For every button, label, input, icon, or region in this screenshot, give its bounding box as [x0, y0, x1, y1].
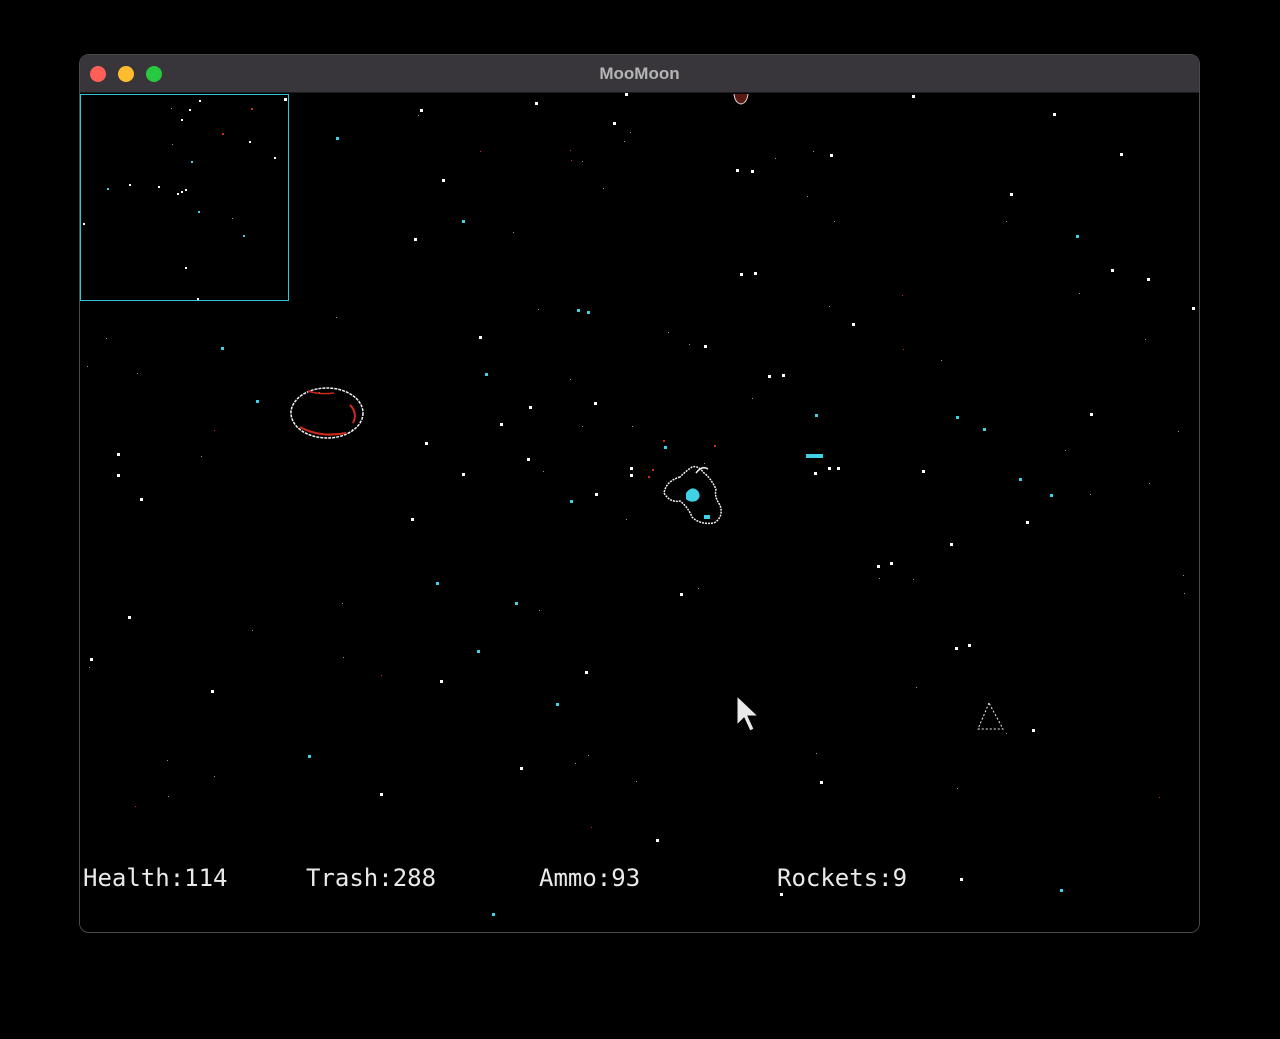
titlebar: MooMoon [80, 55, 1199, 93]
health-label: Health: [83, 864, 185, 892]
game-canvas[interactable]: Health:114 Trash:288 Ammo:93 Rockets:9 [80, 93, 1199, 932]
asteroid-icon [290, 387, 364, 439]
cow-ship-icon [663, 465, 722, 525]
health-value: 114 [184, 864, 228, 892]
trash-label: Trash: [306, 864, 393, 892]
health-readout: Health:114 [83, 864, 228, 892]
arrow-cursor-icon [736, 694, 760, 732]
window-title: MooMoon [599, 64, 680, 83]
ammo-label: Ammo: [539, 864, 612, 892]
laser-shot [806, 454, 823, 458]
rockets-readout: Rockets:9 [777, 864, 907, 892]
space-debris-icon [977, 701, 1004, 730]
rockets-label: Rockets: [777, 864, 893, 892]
trash-readout: Trash:288 [306, 864, 436, 892]
top-debris-icon [733, 93, 749, 105]
game-window: MooMoon Health:114 Trash:288 Ammo:93 Roc… [79, 54, 1200, 933]
trash-value: 288 [392, 864, 437, 892]
rockets-value: 9 [892, 864, 908, 892]
ammo-value: 93 [611, 864, 641, 892]
ammo-readout: Ammo:93 [539, 864, 640, 892]
game-sprites [290, 93, 1004, 732]
